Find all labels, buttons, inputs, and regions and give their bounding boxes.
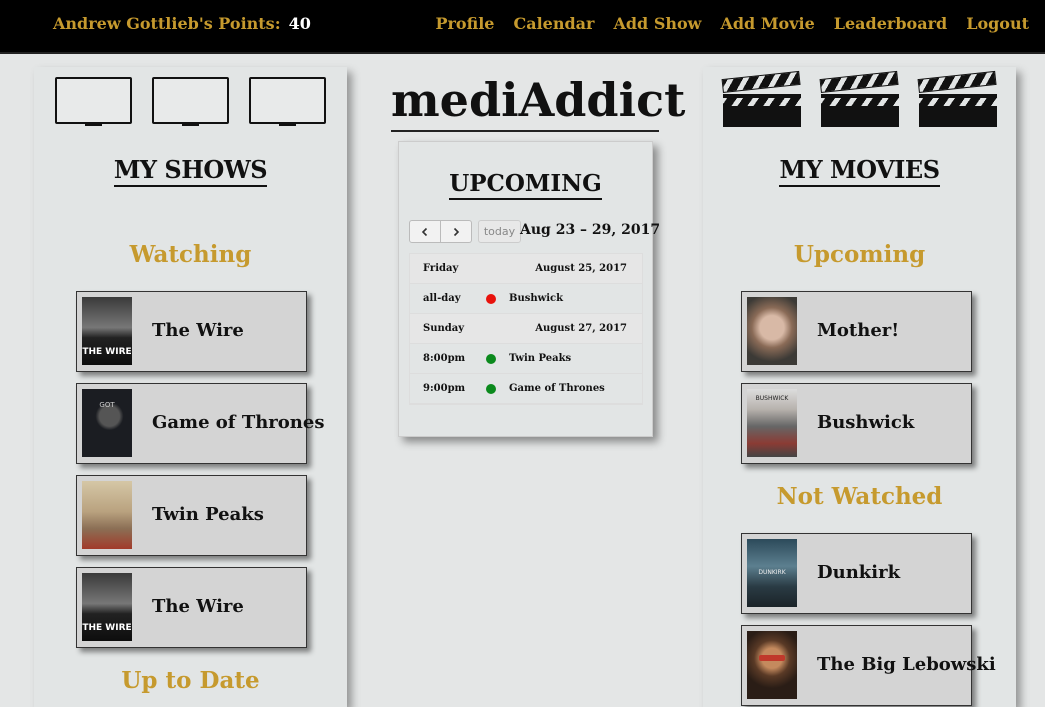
movie-poster [747,539,797,607]
site-logo[interactable]: mediAddict [391,73,685,127]
up-to-date-title: Up to Date [121,667,260,694]
movie-poster [747,631,797,699]
nav-add-show-link[interactable]: Add Show [613,14,701,33]
clapper-icon-row [703,70,1016,127]
my-shows-panel: MY SHOWS Watching The Wire Game of Thron… [34,67,347,707]
show-card[interactable]: The Wire [76,291,307,372]
event-dot [486,384,496,394]
event-time: 8:00pm [423,353,466,364]
nav-logout-link[interactable]: Logout [966,14,1029,33]
day-name: Friday [423,263,459,274]
movie-title: The Big Lebowski [817,654,996,675]
next-week-button[interactable] [441,220,472,243]
show-poster [82,573,132,641]
movie-title: Bushwick [817,412,915,433]
event-name: Bushwick [509,293,564,304]
show-title: Twin Peaks [152,504,264,525]
my-movies-title: MY MOVIES [703,155,1016,187]
event-row[interactable]: all-day Bushwick [410,284,642,314]
show-title: Game of Thrones [152,412,325,433]
show-poster [82,389,132,457]
tv-icon-row [34,77,347,127]
show-title: The Wire [152,596,244,617]
nav-calendar-link[interactable]: Calendar [513,14,594,33]
event-list: Friday August 25, 2017 all-day Bushwick … [409,253,643,405]
chevron-left-icon [421,227,428,236]
show-card[interactable]: The Wire [76,567,307,648]
top-nav: Andrew Gottlieb's Points: 40 Profile Cale… [0,0,1045,54]
event-time: 9:00pm [423,383,466,394]
my-movies-panel: MY MOVIES Upcoming Mother! Bushwick Not … [703,67,1016,707]
my-shows-title: MY SHOWS [34,155,347,187]
event-name: Game of Thrones [509,383,605,394]
show-poster [82,481,132,549]
show-card[interactable]: Twin Peaks [76,475,307,556]
logo-underline [391,130,659,132]
prev-week-button[interactable] [409,220,441,243]
movie-poster [747,389,797,457]
points-display: Andrew Gottlieb's Points: 40 [53,14,311,33]
points-label: Andrew Gottlieb's Points: [53,14,281,33]
nav-links: Profile Calendar Add Show Add Movie Lead… [435,14,1029,33]
watching-title: Watching [129,241,252,268]
date-range: Aug 23 – 29, 2017 [520,222,661,238]
upcoming-movies-title: Upcoming [793,241,926,268]
nav-leaderboard-link[interactable]: Leaderboard [834,14,947,33]
today-button[interactable]: today [478,220,521,243]
movie-title: Dunkirk [817,562,901,583]
movie-card[interactable]: The Big Lebowski [741,625,996,706]
nav-add-movie-link[interactable]: Add Movie [720,14,814,33]
not-watched-title: Not Watched [776,483,943,510]
day-date: August 25, 2017 [535,263,627,274]
movie-title: Mother! [817,320,900,341]
day-header: Friday August 25, 2017 [410,254,642,284]
day-header: Sunday August 27, 2017 [410,314,642,344]
event-row[interactable]: 8:00pm Twin Peaks [410,344,642,374]
clapperboard-icon [721,70,801,127]
clapperboard-icon [917,70,997,127]
event-time: all-day [423,293,461,304]
event-name: Twin Peaks [509,353,572,364]
tv-icon [249,77,326,127]
event-dot [486,354,496,364]
day-date: August 27, 2017 [535,323,627,334]
clapperboard-icon [819,70,899,127]
calendar-nav-buttons [409,220,472,243]
movie-poster [747,297,797,365]
show-poster [82,297,132,365]
movie-card[interactable]: Dunkirk [741,533,972,614]
upcoming-calendar: UPCOMING today Aug 23 – 29, 2017 Friday … [398,141,660,437]
event-dot [486,294,496,304]
chevron-right-icon [453,227,460,236]
movie-card[interactable]: Mother! [741,291,972,372]
show-title: The Wire [152,320,244,341]
day-name: Sunday [423,323,465,334]
tv-icon [55,77,132,127]
upcoming-title: UPCOMING [399,170,652,200]
movie-card[interactable]: Bushwick [741,383,972,464]
tv-icon [152,77,229,127]
event-row[interactable]: 9:00pm Game of Thrones [410,374,642,404]
show-card[interactable]: Game of Thrones [76,383,324,464]
points-value: 40 [288,14,311,33]
nav-profile-link[interactable]: Profile [435,14,494,33]
